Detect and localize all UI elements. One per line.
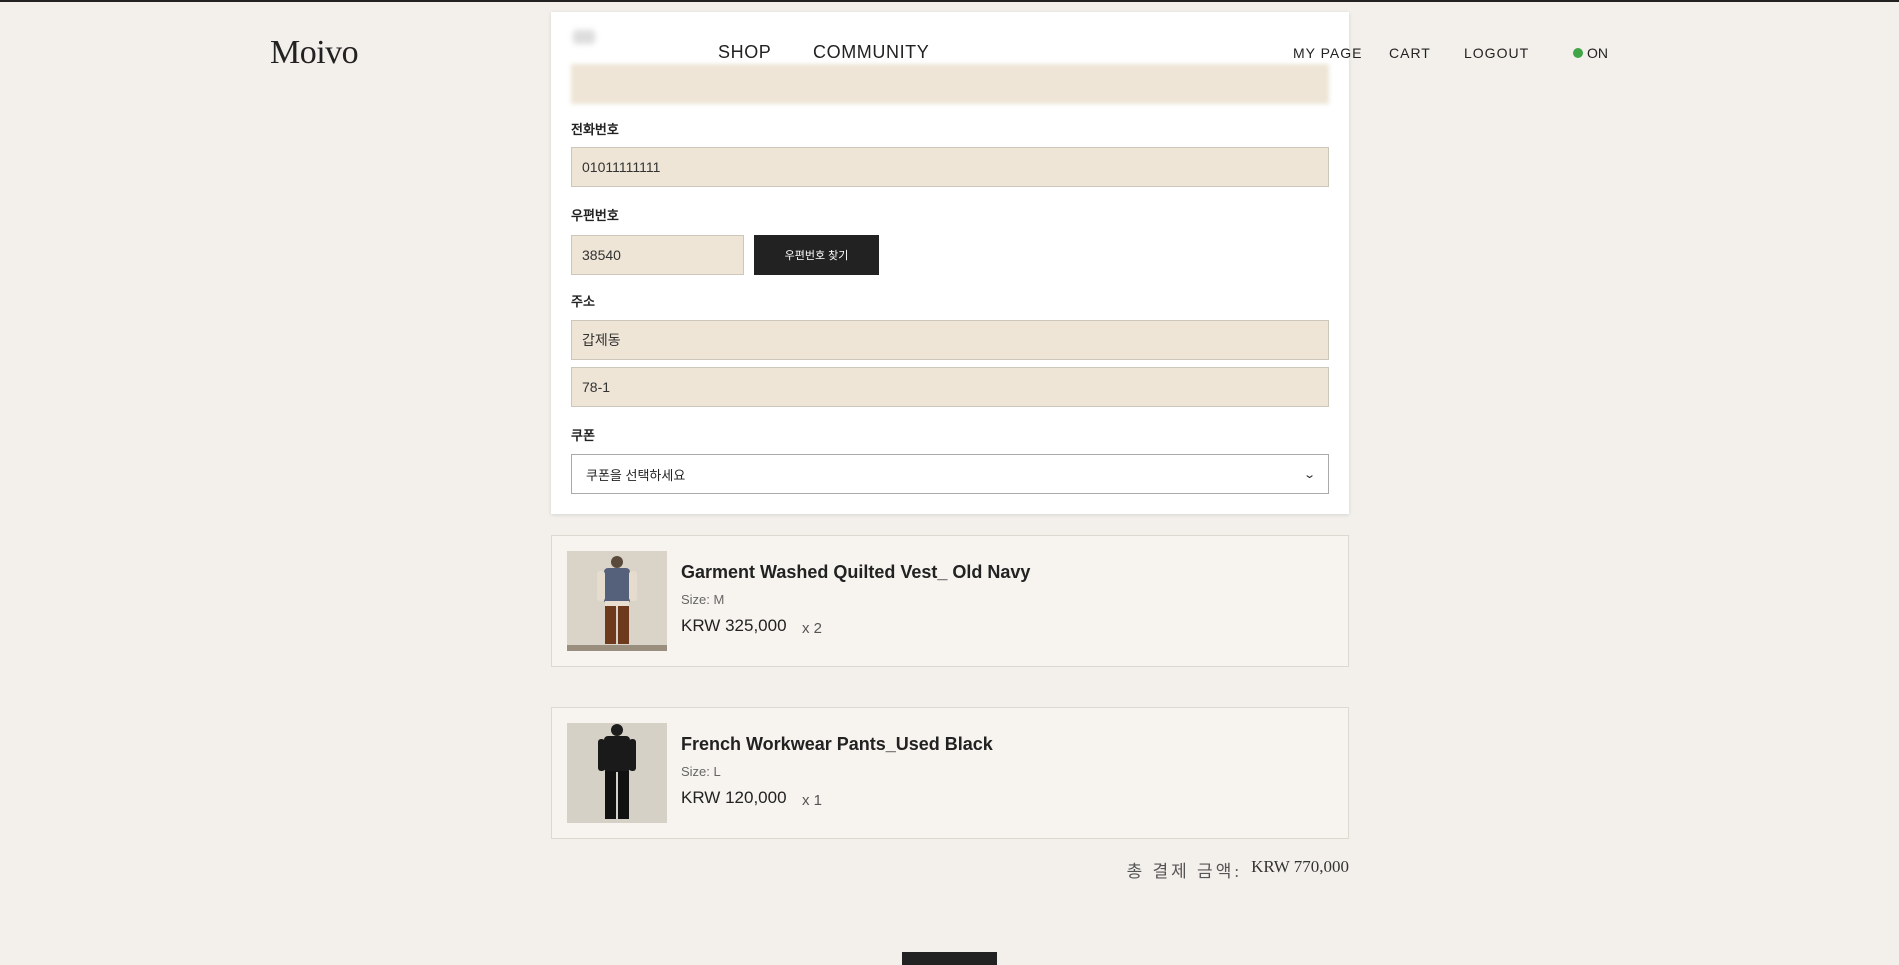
product-quantity: x 2 <box>802 620 823 637</box>
address-label: 주소 <box>571 294 595 309</box>
coupon-select[interactable]: 쿠폰을 선택하세요 ⌄ <box>571 454 1329 494</box>
nav-community[interactable]: COMMUNITY <box>813 42 929 63</box>
product-price: KRW 325,000 <box>681 616 787 635</box>
coupon-select-value: 쿠폰을 선택하세요 <box>586 467 686 483</box>
product-name: Garment Washed Quilted Vest_ Old Navy <box>681 562 1031 582</box>
online-status-label: ON <box>1587 45 1608 61</box>
address-line1-input[interactable]: 갑제동 <box>571 320 1329 360</box>
product-price: KRW 120,000 <box>681 788 787 807</box>
product-image-pants <box>567 723 667 823</box>
find-zipcode-button[interactable]: 우편번호 찾기 <box>754 235 879 275</box>
site-header: Moivo SHOP COMMUNITY MY PAGE CART LOGOUT… <box>0 2 1899 102</box>
nav-my-page[interactable]: MY PAGE <box>1293 45 1363 61</box>
phone-input[interactable]: 01011111111 <box>571 147 1329 187</box>
zipcode-input[interactable]: 38540 <box>571 235 744 275</box>
address-line2-input[interactable]: 78-1 <box>571 367 1329 407</box>
nav-logout[interactable]: LOGOUT <box>1464 45 1529 61</box>
order-total-label: 총 결제 금액: <box>1126 862 1243 881</box>
product-name: French Workwear Pants_Used Black <box>681 734 993 754</box>
cart-item: French Workwear Pants_Used Black Size: L… <box>551 707 1349 839</box>
site-logo[interactable]: Moivo <box>270 34 359 72</box>
status-dot-icon <box>1573 48 1583 58</box>
order-total: 총 결제 금액: KRW 770,000 <box>1127 857 1349 882</box>
product-size: Size: L <box>681 764 721 779</box>
order-total-value: KRW 770,000 <box>1251 857 1349 876</box>
page-frame: 전화번호 01011111111 우편번호 38540 우편번호 찾기 주소 갑… <box>0 0 1899 965</box>
chevron-down-icon: ⌄ <box>1302 468 1316 481</box>
product-quantity: x 1 <box>802 792 823 809</box>
cart-item: Garment Washed Quilted Vest_ Old Navy Si… <box>551 535 1349 667</box>
zipcode-label: 우편번호 <box>571 208 619 223</box>
online-status: ON <box>1573 45 1608 61</box>
product-size: Size: M <box>681 592 725 607</box>
checkout-button[interactable] <box>902 952 997 965</box>
nav-cart[interactable]: CART <box>1389 45 1431 61</box>
nav-shop[interactable]: SHOP <box>718 42 771 63</box>
phone-label: 전화번호 <box>571 122 619 137</box>
product-image-vest <box>567 551 667 651</box>
coupon-label: 쿠폰 <box>571 428 595 443</box>
